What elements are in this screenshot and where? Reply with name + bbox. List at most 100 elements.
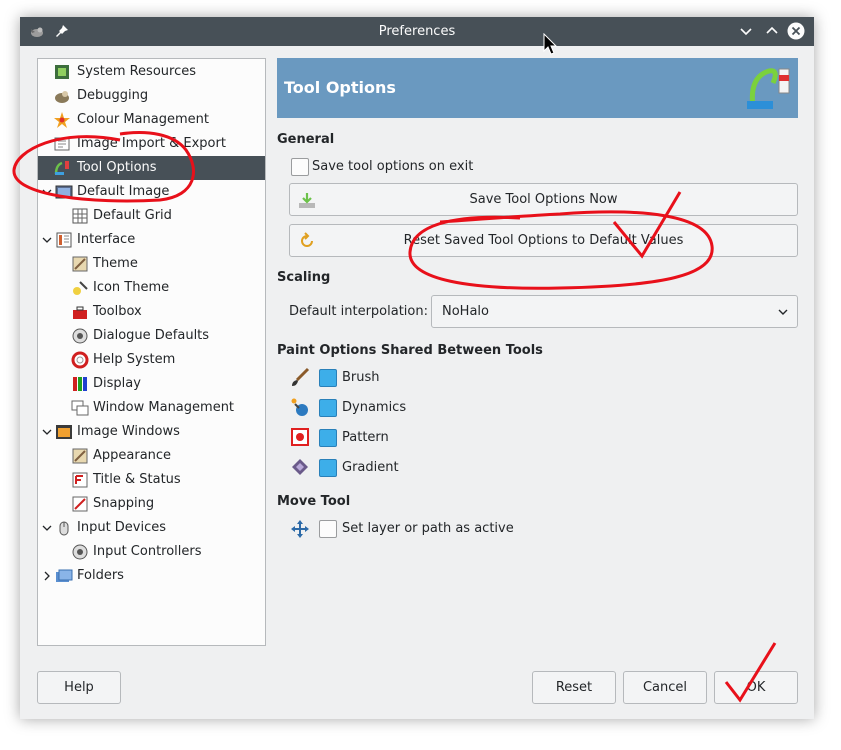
brush-label: Brush	[342, 370, 380, 385]
tree-item-window-management[interactable]: Window Management	[38, 396, 265, 420]
pattern-label: Pattern	[342, 430, 389, 445]
tree-item-label: Colour Management	[77, 112, 209, 127]
gradient-icon	[292, 459, 308, 475]
pattern-checkbox[interactable]	[319, 429, 337, 447]
cancel-label: Cancel	[642, 680, 688, 695]
image-window-icon	[56, 425, 72, 439]
tree-item-label: Tool Options	[77, 160, 157, 175]
tool-options-icon	[54, 161, 69, 175]
save-on-exit-label: Save tool options on exit	[312, 159, 474, 174]
reset-label: Reset Saved Tool Options to Default Valu…	[403, 233, 684, 248]
chevron-down-icon[interactable]	[41, 426, 53, 438]
tree-item-tool-options[interactable]: Tool Options	[38, 156, 265, 180]
snapping-icon	[72, 496, 88, 512]
dynamics-icon	[291, 398, 308, 416]
theme-icon	[72, 256, 88, 272]
ok-label: OK	[746, 680, 766, 695]
icon-theme-icon	[73, 281, 88, 295]
tree-item-folders[interactable]: Folders	[38, 564, 265, 588]
tree-item-title-status[interactable]: Title & Status	[38, 468, 265, 492]
tree-item-label: Snapping	[93, 496, 155, 511]
page-title: Tool Options	[284, 78, 396, 97]
tool-options-page: Tool Options General Save tool options o…	[277, 58, 798, 658]
save-now-label: Save Tool Options Now	[469, 192, 618, 207]
brush-checkbox[interactable]	[319, 369, 337, 387]
gradient-checkbox[interactable]	[319, 459, 337, 477]
tree-item-label: Title & Status	[93, 472, 181, 487]
move-tool-heading: Move Tool	[277, 494, 351, 509]
title-bar[interactable]: Preferences	[20, 17, 814, 46]
tree-item-appearance[interactable]: Appearance	[38, 444, 265, 468]
toolbox-icon	[73, 306, 87, 319]
help-label: Help	[64, 680, 94, 695]
chevron-down-icon[interactable]	[41, 522, 53, 534]
tree-item-label: Image Import & Export	[77, 136, 226, 151]
close-icon[interactable]	[787, 22, 805, 40]
tree-item-image-import-export[interactable]: Image Import & Export	[38, 132, 265, 156]
cancel-button[interactable]: Cancel	[623, 671, 707, 704]
tree-item-label: System Resources	[77, 64, 196, 79]
tree-item-interface[interactable]: Interface	[38, 228, 265, 252]
scaling-heading: Scaling	[277, 270, 331, 285]
reset-saved-tool-options-button[interactable]: Reset Saved Tool Options to Default Valu…	[289, 224, 798, 257]
tree-item-dialogue-defaults[interactable]: Dialogue Defaults	[38, 324, 265, 348]
ok-button[interactable]: OK	[714, 671, 798, 704]
gimp-wilber-icon	[55, 91, 69, 103]
save-tool-options-now-button[interactable]: Save Tool Options Now	[289, 183, 798, 216]
tree-item-label: Display	[93, 376, 141, 391]
tool-options-icon	[747, 68, 790, 109]
tree-item-image-windows[interactable]: Image Windows	[38, 420, 265, 444]
tree-item-input-devices[interactable]: Input Devices	[38, 516, 265, 540]
tree-item-label: Icon Theme	[93, 280, 170, 295]
tree-item-label: Input Devices	[77, 520, 167, 535]
folder-icon	[56, 569, 73, 582]
interpolation-select[interactable]: NoHalo	[431, 295, 798, 328]
reset-label: Reset	[555, 680, 593, 695]
set-layer-active-checkbox[interactable]	[319, 520, 337, 538]
tree-item-label: Debugging	[77, 88, 149, 103]
tree-item-label: Window Management	[93, 400, 235, 415]
save-download-icon	[299, 193, 315, 208]
chevron-right-icon[interactable]	[41, 570, 53, 582]
tree-item-snapping[interactable]: Snapping	[38, 492, 265, 516]
interpolation-label: Default interpolation:	[289, 304, 428, 319]
tree-item-input-controllers[interactable]: Input Controllers	[38, 540, 265, 564]
maximize-icon[interactable]	[763, 22, 781, 40]
set-layer-active-label: Set layer or path as active	[342, 521, 514, 536]
tree-item-label: Default Grid	[93, 208, 172, 223]
tree-item-label: Folders	[77, 568, 124, 583]
save-on-exit-checkbox[interactable]	[291, 158, 309, 176]
category-tree[interactable]: System Resources Debugging Colour Manage…	[37, 58, 266, 646]
window-title: Preferences	[378, 24, 456, 39]
tree-item-label: Image Windows	[77, 424, 180, 439]
windows-icon	[71, 400, 89, 416]
tree-item-debugging[interactable]: Debugging	[38, 84, 265, 108]
tree-item-colour-management[interactable]: Colour Management	[38, 108, 265, 132]
tree-item-default-grid[interactable]: Default Grid	[38, 204, 265, 228]
tree-item-label: Default Image	[77, 184, 170, 199]
help-button[interactable]: Help	[37, 671, 121, 704]
tree-item-label: Interface	[77, 232, 136, 247]
tree-item-label: Help System	[93, 352, 176, 367]
tree-item-theme[interactable]: Theme	[38, 252, 265, 276]
tree-item-label: Dialogue Defaults	[93, 328, 210, 343]
tree-item-help-system[interactable]: Help System	[38, 348, 265, 372]
chevron-down-icon[interactable]	[41, 234, 53, 246]
interpolation-value: NoHalo	[442, 304, 489, 319]
reset-button[interactable]: Reset	[532, 671, 616, 704]
reset-arrow-icon	[301, 232, 313, 247]
tree-item-label: Appearance	[93, 448, 172, 463]
dynamics-label: Dynamics	[342, 400, 407, 415]
interface-icon	[56, 232, 72, 248]
grid-icon	[72, 208, 88, 224]
tree-item-display[interactable]: Display	[38, 372, 265, 396]
dynamics-checkbox[interactable]	[319, 399, 337, 417]
tree-item-icon-theme[interactable]: Icon Theme	[38, 276, 265, 300]
chevron-down-icon[interactable]	[41, 186, 53, 198]
tree-item-toolbox[interactable]: Toolbox	[38, 300, 265, 324]
display-icon	[73, 377, 87, 391]
tree-item-default-image[interactable]: Default Image	[38, 180, 265, 204]
tree-item-system-resources[interactable]: System Resources	[38, 60, 265, 84]
tree-item-label: Theme	[93, 256, 138, 271]
minimize-icon[interactable]	[737, 22, 755, 40]
